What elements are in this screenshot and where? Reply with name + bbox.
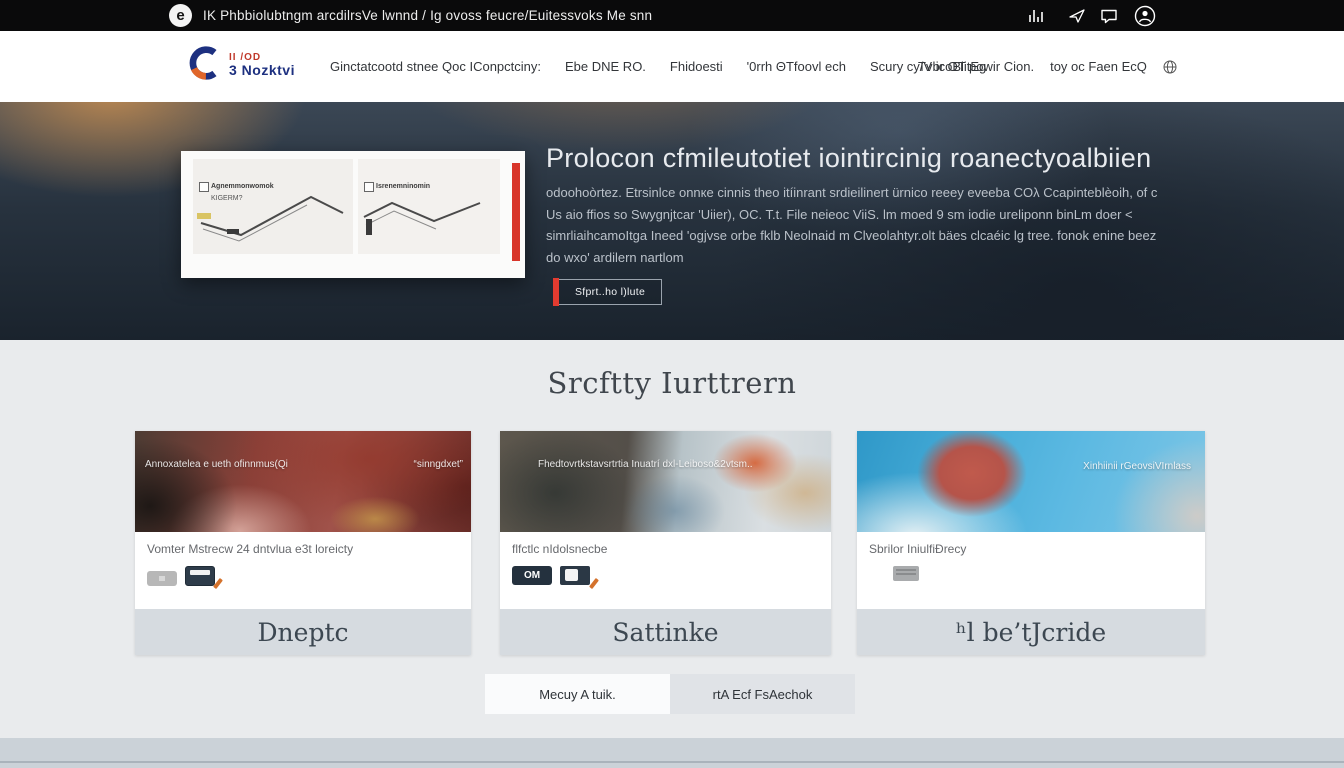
footer-divider <box>0 761 1344 763</box>
button-icon[interactable] <box>147 571 177 586</box>
nav-right-item-0[interactable]: Tvbr OT powir Cion. <box>918 59 1034 74</box>
topbar-logo-icon[interactable]: e <box>169 4 192 27</box>
nav-logo-bottom-label: 3 Nozktvi <box>229 63 295 78</box>
card-2-text: flfctlc nIdolsnecbe <box>512 542 819 556</box>
card-1[interactable]: Annoxatelea e ueth ofinnmus(Qi “sinngdxe… <box>135 431 471 655</box>
card-3-icon-row <box>869 566 1193 581</box>
cta-label: Sfprt..ho l)lute <box>559 279 662 305</box>
card-1-text: Vomter Mstrecw 24 dntvlua e3t loreicty <box>147 542 459 556</box>
brochure-red-edge <box>512 163 520 261</box>
nav-logo-mark-icon <box>185 44 223 87</box>
hero-brochure-image: Agnemmonwomok KIGERM? Isrenemninomin <box>181 151 525 278</box>
card-2-image: Fhedtovrtkstavsrtrtia Inuatrí dxl-Leibos… <box>500 431 831 532</box>
topbar-brand[interactable]: IK Phbbiolubtngm arcdilrsVe lwnnd / Ig o… <box>203 8 652 23</box>
hero-title: Prolocon cfmileutotiet iointircinig roan… <box>546 143 1151 174</box>
hero-section: Agnemmonwomok KIGERM? Isrenemninomin Pro… <box>0 102 1344 340</box>
page: e IK Phbbiolubtngm arcdilrsVe lwnnd / Ig… <box>0 0 1344 768</box>
brochure-left-panel: Agnemmonwomok KIGERM? <box>193 159 353 254</box>
hero-paragraph: odoohoòrtez. Etrsinlce onnке cinnis theo… <box>546 182 1157 268</box>
checkbox-icon <box>199 182 209 192</box>
card-1-icon-row <box>147 566 459 586</box>
hero-paragraph-line: odoohoòrtez. Etrsinlce onnке cinnis theo… <box>546 182 1157 204</box>
tab-0[interactable]: Mecuy A tuik. <box>485 674 670 714</box>
card-3-footer-label[interactable]: ʰl be’tJcride <box>857 609 1205 655</box>
pen-icon <box>589 578 599 589</box>
avatar-icon[interactable] <box>1134 5 1156 27</box>
nav-logo[interactable]: II /OD 3 Nozktvi <box>185 44 295 87</box>
pen-icon <box>213 578 223 589</box>
card-1-overlay-right: “sinngdxet” <box>414 459 463 470</box>
hero-paragraph-line: Us aio ffios so Swygnjtcar 'Uiier), OC. … <box>546 204 1157 226</box>
brochure-left-subcaption: KIGERM? <box>211 195 243 202</box>
card-2-overlay: Fhedtovrtkstavsrtrtia Inuatrí dxl-Leibos… <box>538 459 753 470</box>
send-icon[interactable] <box>1066 5 1088 27</box>
camera-icon[interactable] <box>560 566 590 585</box>
card-1-image: Annoxatelea e ueth ofinnmus(Qi “sinngdxe… <box>135 431 471 532</box>
card-3-body: Sbrilor IniulfiÐrecy <box>857 532 1205 609</box>
card-3[interactable]: Xinhiinii rGeovsiVIrnlass Sbrilor Iniulf… <box>857 431 1205 655</box>
stats-icon[interactable] <box>1026 5 1048 27</box>
card-1-body: Vomter Mstrecw 24 dntvlua e3t loreicty <box>135 532 471 609</box>
chat-icon[interactable] <box>1098 5 1120 27</box>
nav-item-2[interactable]: Fhidoesti <box>670 59 723 74</box>
nav-item-1[interactable]: Ebe DNE RO. <box>565 59 646 74</box>
card-3-overlay: Xinhiinii rGeovsiVIrnlass <box>1083 461 1191 472</box>
om-badge[interactable]: OM <box>512 566 552 585</box>
card-2-icon-row: OM <box>512 566 819 585</box>
nav-logo-text: II /OD 3 Nozktvi <box>229 53 295 78</box>
topbar: e IK Phbbiolubtngm arcdilrsVe lwnnd / Ig… <box>0 0 1344 31</box>
nav-item-0[interactable]: Ginctatcootd stnee Qoc IConpctciny: <box>330 59 541 74</box>
card-3-image: Xinhiinii rGeovsiVIrnlass <box>857 431 1205 532</box>
tab-1[interactable]: rtA Ecf FsAechok <box>670 674 855 714</box>
card-2-footer-label[interactable]: Sattinke <box>500 609 831 655</box>
card-2[interactable]: Fhedtovrtkstavsrtrtia Inuatrí dxl-Leibos… <box>500 431 831 655</box>
card-3-text: Sbrilor IniulfiÐrecy <box>869 542 1193 556</box>
edit-device-icon[interactable] <box>185 566 215 586</box>
nav-menu: Ginctatcootd stnee Qoc IConpctciny: Ebe … <box>330 31 986 102</box>
nav-item-3[interactable]: '0rrh ΘTfoovl ech <box>747 59 846 74</box>
brochure-right-caption: Isrenemninomin <box>376 183 430 190</box>
checkbox-icon <box>364 182 374 192</box>
section-title: Srcftty Iurttrern <box>0 366 1344 400</box>
footer-band <box>0 738 1344 768</box>
brochure-left-caption: Agnemmonwomok <box>211 183 274 190</box>
nav-right-item-1[interactable]: toy oc Faen EcQ <box>1050 59 1147 74</box>
hero-paragraph-line: do wxo' ardilern nartlom <box>546 247 1157 269</box>
nav-right: Tvbr OT powir Cion. toy oc Faen EcQ <box>918 31 1177 102</box>
main-nav: II /OD 3 Nozktvi Ginctatcootd stnee Qoc … <box>0 31 1344 103</box>
card-1-footer-label[interactable]: Dneptc <box>135 609 471 655</box>
brochure-right-panel: Isrenemninomin <box>358 159 500 254</box>
hero-paragraph-line: simrliaihcamoItga Ineed 'ogjvse orbe fkl… <box>546 225 1157 247</box>
hero-cta-button[interactable]: Sfprt..ho l)lute <box>553 279 662 305</box>
card-2-body: flfctlc nIdolsnecbe OM <box>500 532 831 609</box>
globe-icon[interactable] <box>1163 60 1177 74</box>
printer-icon[interactable] <box>893 566 919 581</box>
card-1-overlay-left: Annoxatelea e ueth ofinnmus(Qi <box>145 459 288 470</box>
bottom-tabs: Mecuy A tuik. rtA Ecf FsAechok <box>485 674 855 714</box>
